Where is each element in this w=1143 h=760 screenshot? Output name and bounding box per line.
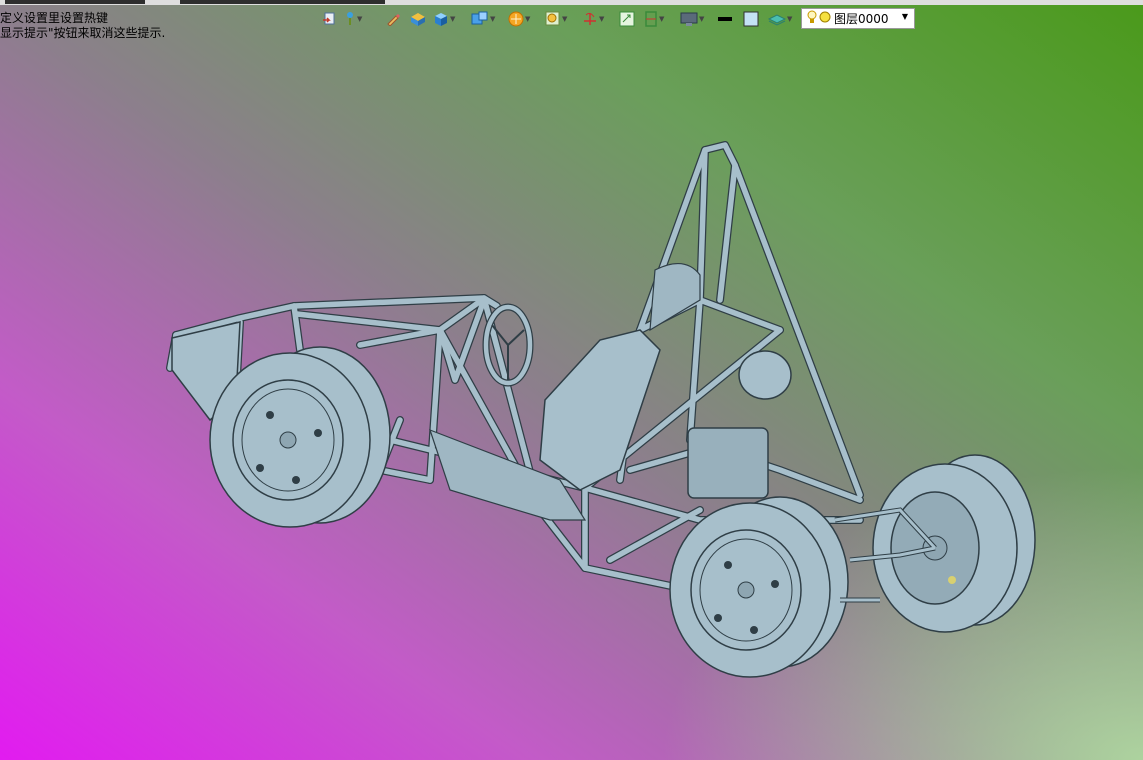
fuel-tank [738,350,792,400]
engine-block [687,427,769,499]
wheel-rear-left [669,496,849,678]
car-model[interactable] [0,0,1143,760]
firewall-panel [649,263,701,332]
wheel-rear-right [872,454,1036,633]
wheel-front-left [209,346,391,528]
